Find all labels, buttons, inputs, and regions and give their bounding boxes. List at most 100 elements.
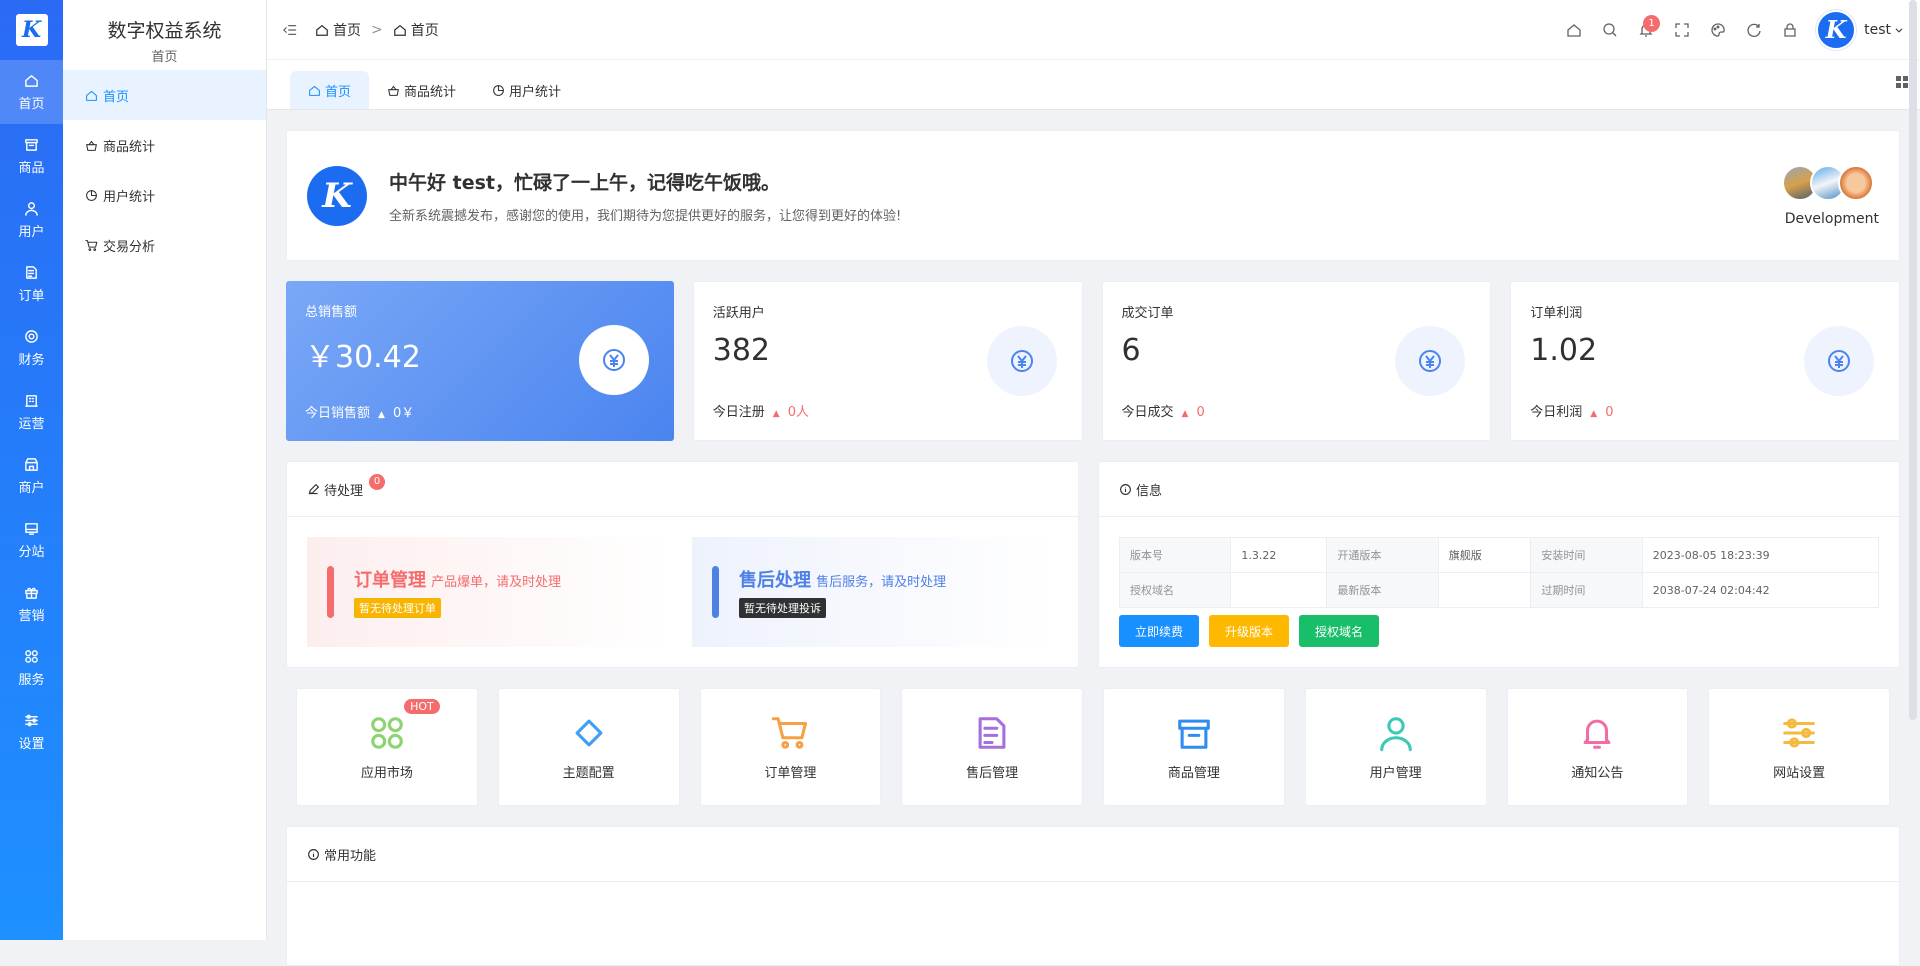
scrollbar[interactable] — [1909, 0, 1917, 720]
rail-item-4[interactable]: 财务 — [0, 316, 63, 380]
sliders-icon — [1780, 714, 1818, 762]
yuan-icon — [986, 326, 1057, 396]
hot-badge: HOT — [404, 699, 440, 714]
welcome-logo: K — [307, 165, 367, 226]
pending-item[interactable]: 售后处理 售后服务，请及时处理 暂无待处理投诉 — [692, 537, 1056, 647]
sidebar-item-0[interactable]: 首页 — [63, 70, 266, 120]
logo[interactable]: K — [0, 0, 63, 60]
info-key: 过期时间 — [1530, 572, 1643, 608]
home-icon[interactable] — [1556, 12, 1592, 48]
welcome-title: 中午好 test，忙碌了一上午，记得吃午饭哦。 — [389, 171, 780, 194]
info-value — [1437, 572, 1532, 608]
shortcut-label: 用户管理 — [1369, 765, 1422, 781]
trend-up-icon: ▲ — [772, 409, 780, 419]
shortcut-1[interactable]: 主题配置 — [497, 688, 680, 806]
rail-item-7[interactable]: 分站 — [0, 508, 63, 572]
info-title: 信息 — [1136, 483, 1163, 499]
stats-row: 总销售额 ￥30.42 今日销售额 ▲ 0￥ 活跃用户 382 今日注册 ▲ 0人 成交订单 6 今日成… — [286, 281, 1900, 441]
document-icon — [973, 714, 1011, 762]
stat-card: 活跃用户 382 今日注册 ▲ 0人 — [692, 281, 1083, 441]
tab-2[interactable]: 用户统计 — [474, 71, 579, 109]
home-icon — [308, 84, 325, 97]
common-header: 常用功能 — [287, 827, 1899, 882]
info-value: 1.3.22 — [1230, 537, 1328, 573]
rail-item-3[interactable]: 订单 — [0, 252, 63, 316]
shortcut-label: 主题配置 — [562, 765, 615, 781]
info-button-0[interactable]: 立即续费 — [1119, 615, 1200, 647]
bell-icon[interactable]: 1 — [1628, 12, 1664, 48]
username[interactable]: test — [1864, 22, 1891, 38]
shop-icon — [24, 457, 39, 477]
rail-item-0[interactable]: 首页 — [0, 60, 63, 124]
welcome-card: K 中午好 test，忙碌了一上午，记得吃午饭哦。 全新系统震撼发布，感谢您的使… — [286, 130, 1900, 261]
main-area: 首页 > 首页 1 K test 首页 商品统计 用户统计 K 中午好 test，忙… — [267, 0, 1920, 966]
shortcut-label: 网站设置 — [1773, 765, 1826, 781]
pending-badge: 0 — [369, 474, 385, 490]
shortcut-4[interactable]: 商品管理 — [1103, 688, 1285, 806]
search-icon[interactable] — [1592, 12, 1628, 48]
stat-label: 成交订单 — [1121, 306, 1174, 321]
breadcrumb-item[interactable]: 首页 — [333, 20, 361, 40]
rail-item-10[interactable]: 设置 — [0, 700, 63, 764]
stat-label: 活跃用户 — [712, 306, 765, 321]
info-icon — [308, 848, 319, 860]
info-button-1[interactable]: 升级版本 — [1209, 615, 1290, 647]
info-key: 授权域名 — [1118, 572, 1232, 608]
trend-up-icon: ▲ — [378, 410, 385, 420]
pending-item[interactable]: 订单管理 产品爆单，请及时处理 暂无待处理订单 — [307, 537, 671, 647]
sidebar-item-1[interactable]: 商品统计 — [63, 120, 266, 170]
tab-1[interactable]: 商品统计 — [369, 71, 474, 109]
stat-foot-label: 今日利润 — [1530, 405, 1583, 420]
shortcut-5[interactable]: 用户管理 — [1304, 688, 1487, 806]
stat-card: 订单利润 1.02 今日利润 ▲ 0 — [1510, 281, 1900, 441]
home-icon — [24, 73, 39, 93]
stat-card: 总销售额 ￥30.42 今日销售额 ▲ 0￥ — [286, 281, 674, 441]
collapse-menu-icon[interactable] — [283, 23, 297, 37]
stat-card: 成交订单 6 今日成交 ▲ 0 — [1101, 281, 1492, 441]
info-key: 安装时间 — [1530, 537, 1643, 573]
tab-0[interactable]: 首页 — [290, 71, 370, 109]
info-card: 信息 版本号 1.3.22 开通版本 旗舰版 安装时间 2023-08-05 18:23:… — [1098, 461, 1900, 668]
info-value: 2023-08-05 18:23:39 — [1641, 537, 1880, 573]
fullscreen-icon[interactable] — [1664, 12, 1700, 48]
rail-item-6[interactable]: 商户 — [0, 444, 63, 508]
trend-up-icon: ▲ — [1181, 409, 1189, 419]
shortcut-7[interactable]: 网站设置 — [1708, 688, 1890, 806]
grid-icon[interactable] — [1894, 74, 1910, 90]
rail-item-5[interactable]: 运营 — [0, 380, 63, 444]
refresh-icon[interactable] — [1736, 12, 1772, 48]
shortcut-6[interactable]: 通知公告 — [1506, 688, 1689, 806]
sidebar-item-2[interactable]: 用户统计 — [63, 170, 266, 220]
yuan-icon — [578, 325, 649, 395]
shortcut-3[interactable]: 售后管理 — [901, 688, 1083, 806]
palette-icon[interactable] — [1700, 12, 1736, 48]
pending-item-title: 售后处理 — [739, 570, 811, 591]
common-title: 常用功能 — [324, 848, 377, 864]
table-row: 授权域名 最新版本 过期时间 2038-07-24 02:04:42 — [1118, 572, 1880, 608]
basket-icon — [85, 139, 103, 152]
breadcrumb-item[interactable]: 首页 — [411, 20, 439, 40]
rail-item-9[interactable]: 服务 — [0, 636, 63, 700]
rail-item-label: 分站 — [18, 544, 45, 560]
shortcut-2[interactable]: 订单管理 — [699, 688, 882, 806]
rail-item-8[interactable]: 营销 — [0, 572, 63, 636]
shortcut-0[interactable]: HOT 应用市场 — [296, 688, 478, 806]
sidebar-item-3[interactable]: 交易分析 — [63, 220, 266, 270]
home-icon — [316, 24, 328, 36]
lock-icon[interactable] — [1772, 12, 1808, 48]
pending-accent-bar — [712, 566, 719, 618]
pending-title: 待处理 — [324, 483, 364, 499]
top-bar: 首页 > 首页 1 K test — [267, 0, 1920, 60]
info-table: 版本号 1.3.22 开通版本 旗舰版 安装时间 2023-08-05 18:23:39 授… — [1118, 537, 1880, 608]
team-block: Development — [1781, 164, 1879, 227]
shortcut-label: 售后管理 — [966, 765, 1019, 781]
user-icon — [24, 201, 39, 221]
chevron-down-icon[interactable] — [1894, 25, 1904, 35]
rail-item-1[interactable]: 商品 — [0, 124, 63, 188]
info-button-2[interactable]: 授权域名 — [1299, 615, 1380, 647]
site-icon — [24, 521, 39, 541]
notification-badge: 1 — [1643, 14, 1661, 32]
avatar[interactable]: K — [1816, 9, 1857, 50]
rail-item-label: 商户 — [18, 480, 45, 496]
rail-item-2[interactable]: 用户 — [0, 188, 63, 252]
